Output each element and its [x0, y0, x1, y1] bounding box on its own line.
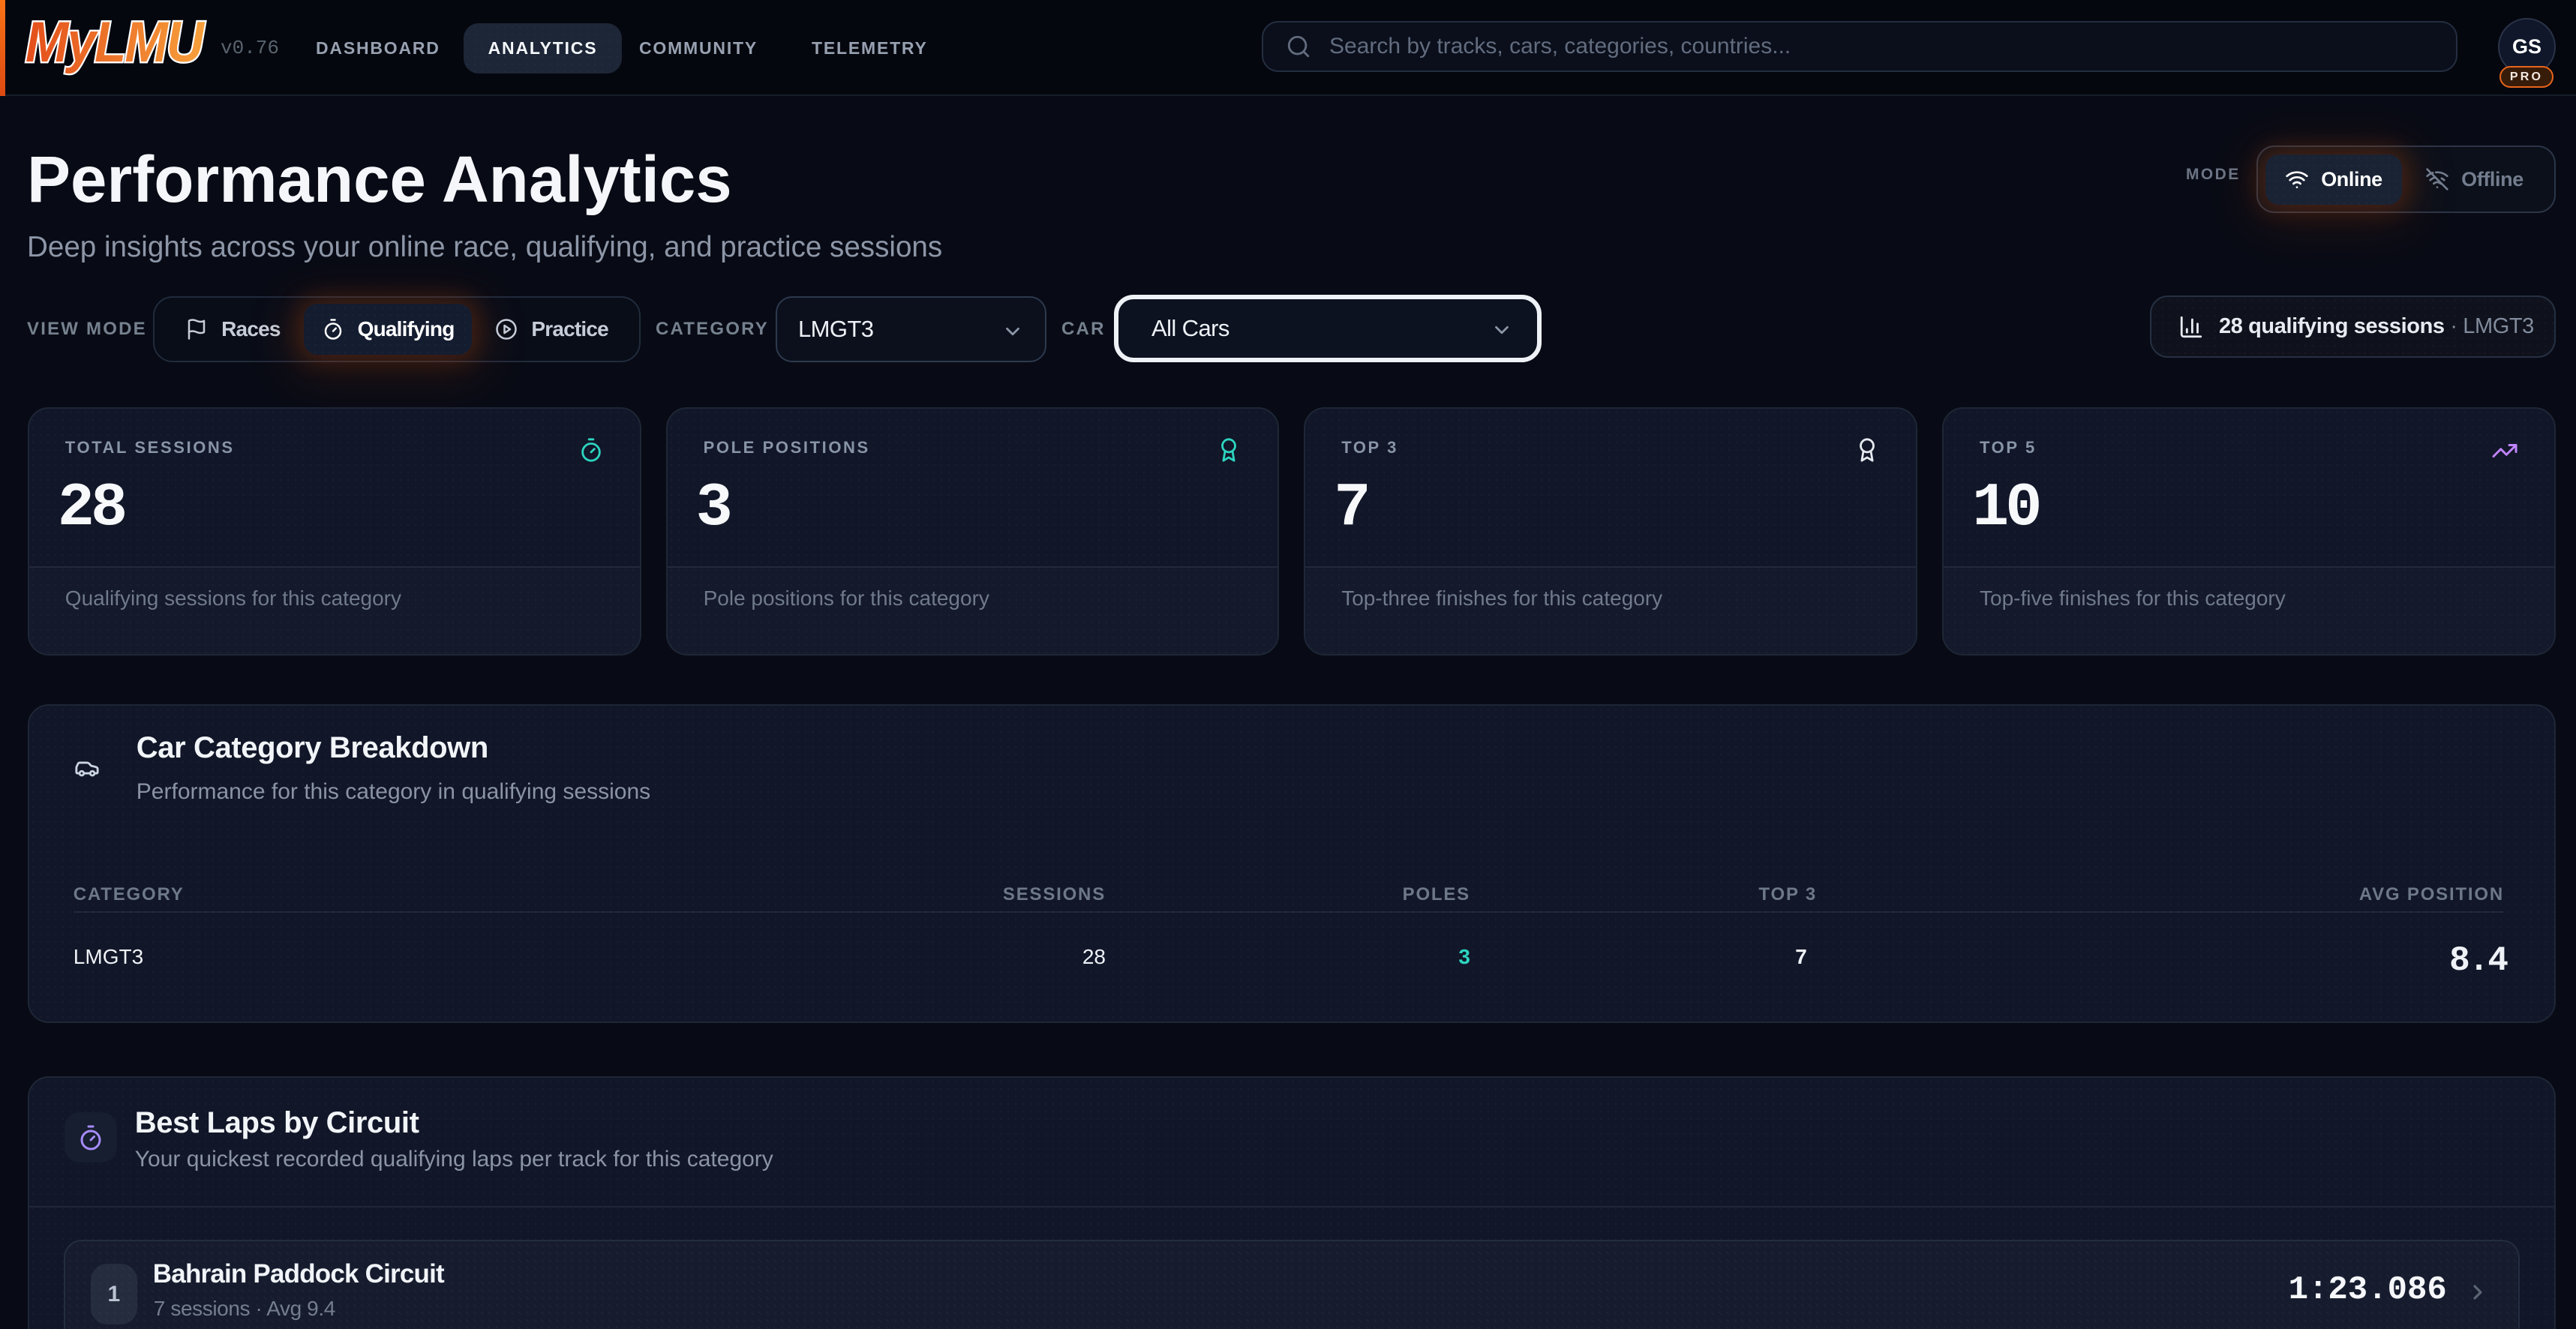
svg-text:MyLMU: MyLMU	[26, 10, 206, 74]
